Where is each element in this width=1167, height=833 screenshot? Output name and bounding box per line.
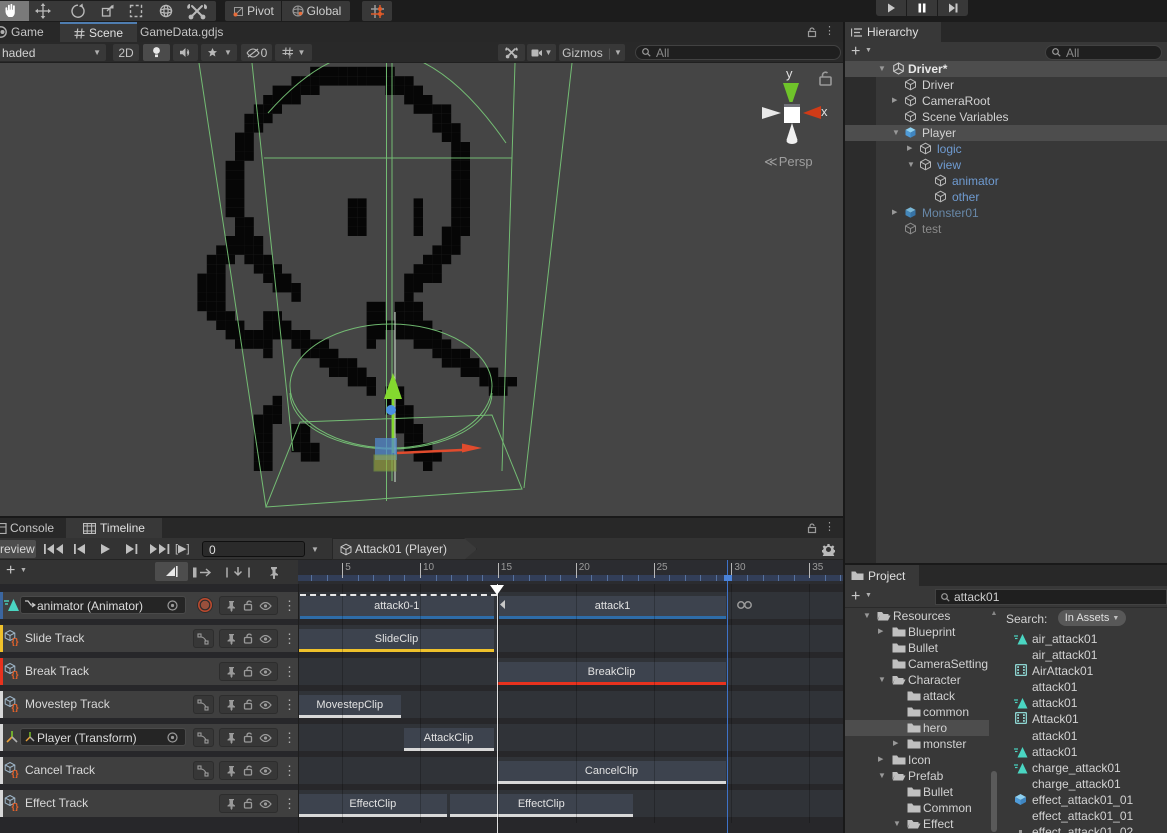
svg-text:Y: Y	[287, 53, 292, 59]
svg-text:{}: {}	[12, 637, 20, 647]
svg-text:{}: {}	[12, 670, 20, 680]
svg-text:{}: {}	[12, 802, 20, 812]
svg-text:{}: {}	[12, 769, 20, 779]
svg-text:{}: {}	[12, 703, 20, 713]
